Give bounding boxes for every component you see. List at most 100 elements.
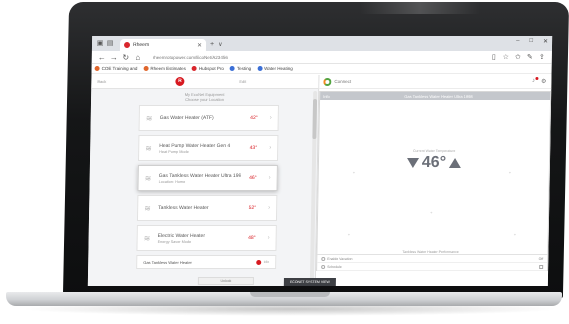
bookmark-label: Water Heating: [264, 66, 293, 71]
chevron-right-icon: ›: [267, 235, 270, 241]
edit-link[interactable]: Edit: [239, 79, 246, 84]
chevron-right-icon: ›: [269, 145, 272, 151]
window-controls: – □ ✕: [516, 38, 548, 45]
rheem-favicon-icon: [123, 42, 131, 48]
schedule-label: Schedule: [327, 264, 342, 269]
bookmark-item[interactable]: Rheem Estimates: [143, 66, 186, 71]
equipment-card[interactable]: ≋ Tankless Water Heater 52° ›: [136, 195, 278, 221]
bookmark-icon: [229, 66, 235, 71]
favorites-list-icon[interactable]: ✩: [512, 53, 524, 61]
minimize-button[interactable]: –: [516, 38, 519, 45]
close-window-button[interactable]: ✕: [543, 38, 548, 45]
equipment-card-selected[interactable]: ≋ Gas Tankless Water Heater Ultra 1998 L…: [137, 165, 278, 191]
share-icon[interactable]: ⇪: [536, 53, 548, 61]
browser-tab[interactable]: Rheem ✕: [119, 39, 207, 51]
system-view-tab[interactable]: ECONET SYSTEM VIEW: [283, 278, 336, 286]
browser-tab-bar: ▣ ▤ Rheem ✕ + ∨ – □ ✕: [91, 36, 553, 51]
detail-pane: Connect ♪ ⚙ Info Gas Tankless Water Heat…: [315, 75, 552, 286]
vacation-row[interactable]: Enable Vacation Off: [317, 255, 548, 263]
address-bar[interactable]: rheemrotopower.com/EcoNet/A23456: [150, 53, 482, 62]
back-link[interactable]: Back: [97, 79, 106, 84]
reading-view-icon[interactable]: ▯: [488, 53, 500, 61]
app-header: Back R Edit: [91, 75, 319, 89]
refresh-icon[interactable]: ↻: [120, 53, 132, 62]
card-text: Gas Water Heater (ATF): [160, 115, 242, 121]
notification-icon[interactable]: ♪: [532, 77, 539, 85]
setpoint-value: 46°: [421, 154, 447, 171]
schedule-checkbox[interactable]: [539, 264, 544, 269]
equipment-card[interactable]: ≋ Electric Water Heater Energy Saver Mod…: [136, 225, 277, 251]
equipment-sub: Location: Home: [158, 179, 186, 184]
equipment-name: Gas Tankless Water Heater: [143, 259, 192, 265]
water-heater-icon: ≋: [145, 113, 153, 123]
equipment-card[interactable]: ≋ Gas Water Heater (ATF) 42° ›: [138, 105, 279, 131]
tab-close-icon[interactable]: ✕: [197, 42, 202, 49]
tab-title: Rheem: [132, 42, 150, 48]
list-subtitle: My EcoNet Equipment Choose your Location: [91, 89, 318, 102]
new-tab-button[interactable]: +: [210, 41, 214, 48]
chevron-right-icon: ›: [268, 175, 271, 181]
pen-icon[interactable]: ✎: [524, 53, 536, 61]
tab-list-icon[interactable]: ▤: [106, 40, 114, 48]
equipment-sub: Heat Pump Mode: [159, 149, 189, 154]
bookmark-item[interactable]: Testing: [229, 66, 251, 71]
setpoint-label: Current Water Temperature: [412, 149, 456, 153]
brand-name: Connect: [334, 79, 352, 84]
thermostat-panel: Info Gas Tankless Water Heater Ultra 199…: [316, 91, 552, 271]
card-text: Electric Water Heater Energy Saver Mode: [158, 233, 240, 244]
equipment-temp: 46°: [249, 175, 257, 181]
subtitle-line: Choose your Location: [185, 97, 225, 102]
schedule-icon: [321, 264, 326, 269]
home-icon[interactable]: ⌂: [132, 53, 144, 62]
panel-footer: Enable Vacation Off Schedule: [317, 254, 548, 271]
equipment-name: Electric Water Heater: [157, 232, 206, 239]
bookmark-icon: [191, 66, 197, 71]
favorite-star-icon[interactable]: ☆: [500, 53, 512, 61]
status-label: Idle: [263, 260, 270, 264]
equipment-name: Gas Water Heater (ATF): [159, 115, 214, 121]
bookmarks-bar: COE Training and Rheem Estimates Hubspot…: [91, 64, 552, 74]
bookmark-icon: [257, 66, 263, 71]
dial-marker-icon: +: [430, 210, 433, 215]
equipment-card[interactable]: ≋ Heat Pump Water Heater Gen 4 Heat Pump…: [138, 135, 279, 161]
panel-header: Info Gas Tankless Water Heater Ultra 199…: [320, 92, 551, 100]
vacation-label: Enable Vacation: [327, 256, 353, 261]
status-dot-icon: [256, 259, 262, 265]
vacation-value: Off: [538, 256, 544, 261]
temp-down-icon[interactable]: [406, 158, 419, 168]
bookmark-item[interactable]: Hubspot Pro: [191, 66, 224, 71]
back-arrow-icon[interactable]: ←: [96, 53, 108, 62]
equipment-temp: 42°: [250, 115, 258, 121]
dial-marker-icon: +: [347, 232, 351, 237]
tab-chevron-icon[interactable]: ∨: [218, 41, 223, 48]
vacation-icon: [321, 256, 326, 261]
equipment-temp: 43°: [249, 145, 258, 151]
maximize-button[interactable]: □: [529, 38, 533, 45]
card-text: Heat Pump Water Heater Gen 4 Heat Pump M…: [159, 143, 241, 154]
forward-arrow-icon[interactable]: →: [108, 53, 120, 62]
bookmark-label: COE Training and: [101, 66, 138, 71]
rheem-logo-icon: R: [175, 77, 185, 86]
bookmark-item[interactable]: COE Training and: [94, 66, 138, 71]
dial-marker-icon: +: [513, 232, 517, 237]
browser-toolbar: ← → ↻ ⌂ rheemrotopower.com/EcoNet/A23456…: [91, 51, 552, 64]
bookmark-item[interactable]: Water Heating: [257, 66, 293, 71]
heat-pump-icon: ≋: [145, 143, 153, 153]
equipment-sub: Energy Saver Mode: [157, 239, 192, 244]
schedule-row[interactable]: Schedule: [317, 263, 548, 271]
unlock-button[interactable]: Unlock: [197, 277, 254, 285]
settings-gear-icon[interactable]: ⚙: [541, 78, 547, 85]
equipment-cards: ≋ Gas Water Heater (ATF) 42° › ≋ Heat Pu…: [136, 105, 279, 269]
notification-dot: [535, 77, 539, 80]
window-menu-icon[interactable]: ▣: [96, 40, 104, 48]
scroll-thumb[interactable]: [312, 99, 318, 139]
equipment-card-partial[interactable]: Gas Tankless Water Heater Idle: [136, 255, 277, 269]
tankless-heater-icon: ≋: [144, 203, 151, 213]
header-icons: ♪ ⚙: [532, 77, 547, 85]
lid-glare: [360, 2, 480, 14]
laptop-notch: [250, 292, 330, 297]
chevron-right-icon: ›: [269, 115, 272, 121]
bookmark-label: Rheem Estimates: [150, 66, 186, 71]
temp-up-icon[interactable]: [448, 158, 462, 168]
bookmark-icon: [143, 66, 149, 71]
